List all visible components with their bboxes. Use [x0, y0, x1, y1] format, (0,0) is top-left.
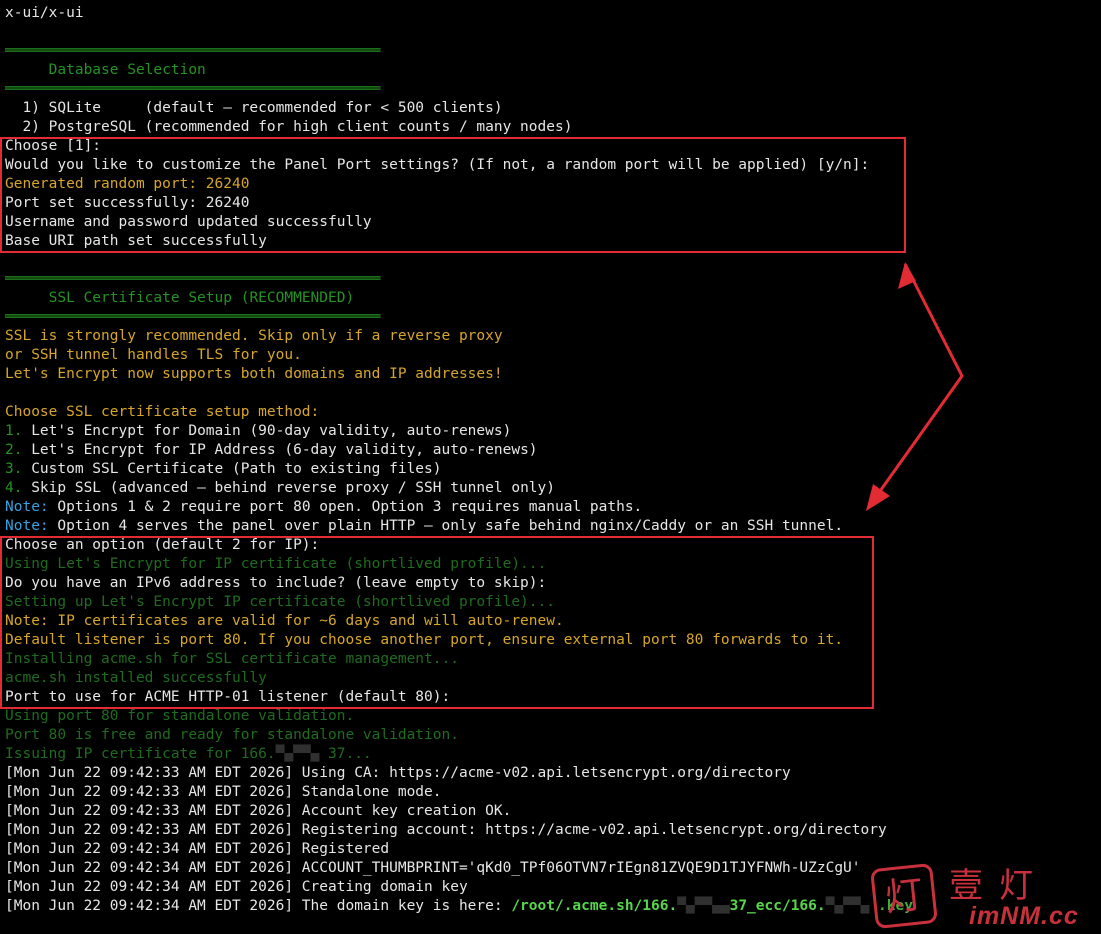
ssl-note-1: Note: Options 1 & 2 require port 80 open… — [5, 499, 643, 515]
ssl-intro-1: SSL is strongly recommended. Skip only i… — [5, 328, 503, 344]
terminal-title: x-ui/x-ui — [5, 5, 84, 21]
log-line: [Mon Jun 22 09:42:33 AM EDT 2026] Using … — [5, 765, 791, 781]
log-line: [Mon Jun 22 09:42:33 AM EDT 2026] Accoun… — [5, 803, 512, 819]
using-port-80: Using port 80 for standalone validation. — [5, 708, 355, 724]
ssl-section-title: SSL Certificate Setup (RECOMMENDED) — [48, 290, 355, 306]
db-option-sqlite: 1) SQLite (default — recommended for < 5… — [5, 100, 503, 116]
ssl-rule-bottom: ════════════════════════════════════════… — [5, 309, 381, 325]
watermark-cn-text: 壹灯 — [949, 866, 1049, 906]
watermark-logo: 灯 — [870, 862, 938, 930]
redacted-ip-mask: ▀▄▀▀▄ — [275, 746, 329, 762]
db-rule-bottom: ════════════════════════════════════════… — [5, 81, 381, 97]
redacted-ip-mask: ▀▄▀▀▄▄ — [677, 898, 730, 914]
ssl-intro-2: or SSH tunnel handles TLS for you. — [5, 347, 302, 363]
ssl-method-4: 4. Skip SSL (advanced — behind reverse p… — [5, 480, 555, 496]
watermark: 灯 壹灯 imNM.cc — [870, 862, 1091, 930]
db-section-title: Database Selection — [48, 62, 206, 78]
ssl-method-3: 3. Custom SSL Certificate (Path to exist… — [5, 461, 442, 477]
issuing-ip-cert: Issuing IP certificate for 166.▀▄▀▀▄ 37.… — [5, 746, 372, 762]
highlight-box-panel — [0, 137, 906, 253]
ssl-method-prompt: Choose SSL certificate setup method: — [5, 404, 320, 420]
ssl-method-1: 1. Let's Encrypt for Domain (90-day vali… — [5, 423, 512, 439]
ssl-note-2: Note: Option 4 serves the panel over pla… — [5, 518, 844, 534]
log-line: [Mon Jun 22 09:42:33 AM EDT 2026] Standa… — [5, 784, 442, 800]
ssl-intro-3: Let's Encrypt now supports both domains … — [5, 366, 503, 382]
highlight-box-ssl-option — [0, 536, 874, 709]
ssl-method-2: 2. Let's Encrypt for IP Address (6-day v… — [5, 442, 538, 458]
redacted-ip-mask: ▀▄▀▀▄ — [825, 898, 879, 914]
log-line: [Mon Jun 22 09:42:33 AM EDT 2026] Regist… — [5, 822, 887, 838]
log-line: [Mon Jun 22 09:42:34 AM EDT 2026] Regist… — [5, 841, 390, 857]
watermark-en-text: imNM.cc — [969, 902, 1079, 930]
db-rule-top: ════════════════════════════════════════… — [5, 43, 381, 59]
port-80-free: Port 80 is free and ready for standalone… — [5, 727, 459, 743]
ssl-rule-top: ════════════════════════════════════════… — [5, 271, 381, 287]
db-option-postgres: 2) PostgreSQL (recommended for high clie… — [5, 119, 573, 135]
